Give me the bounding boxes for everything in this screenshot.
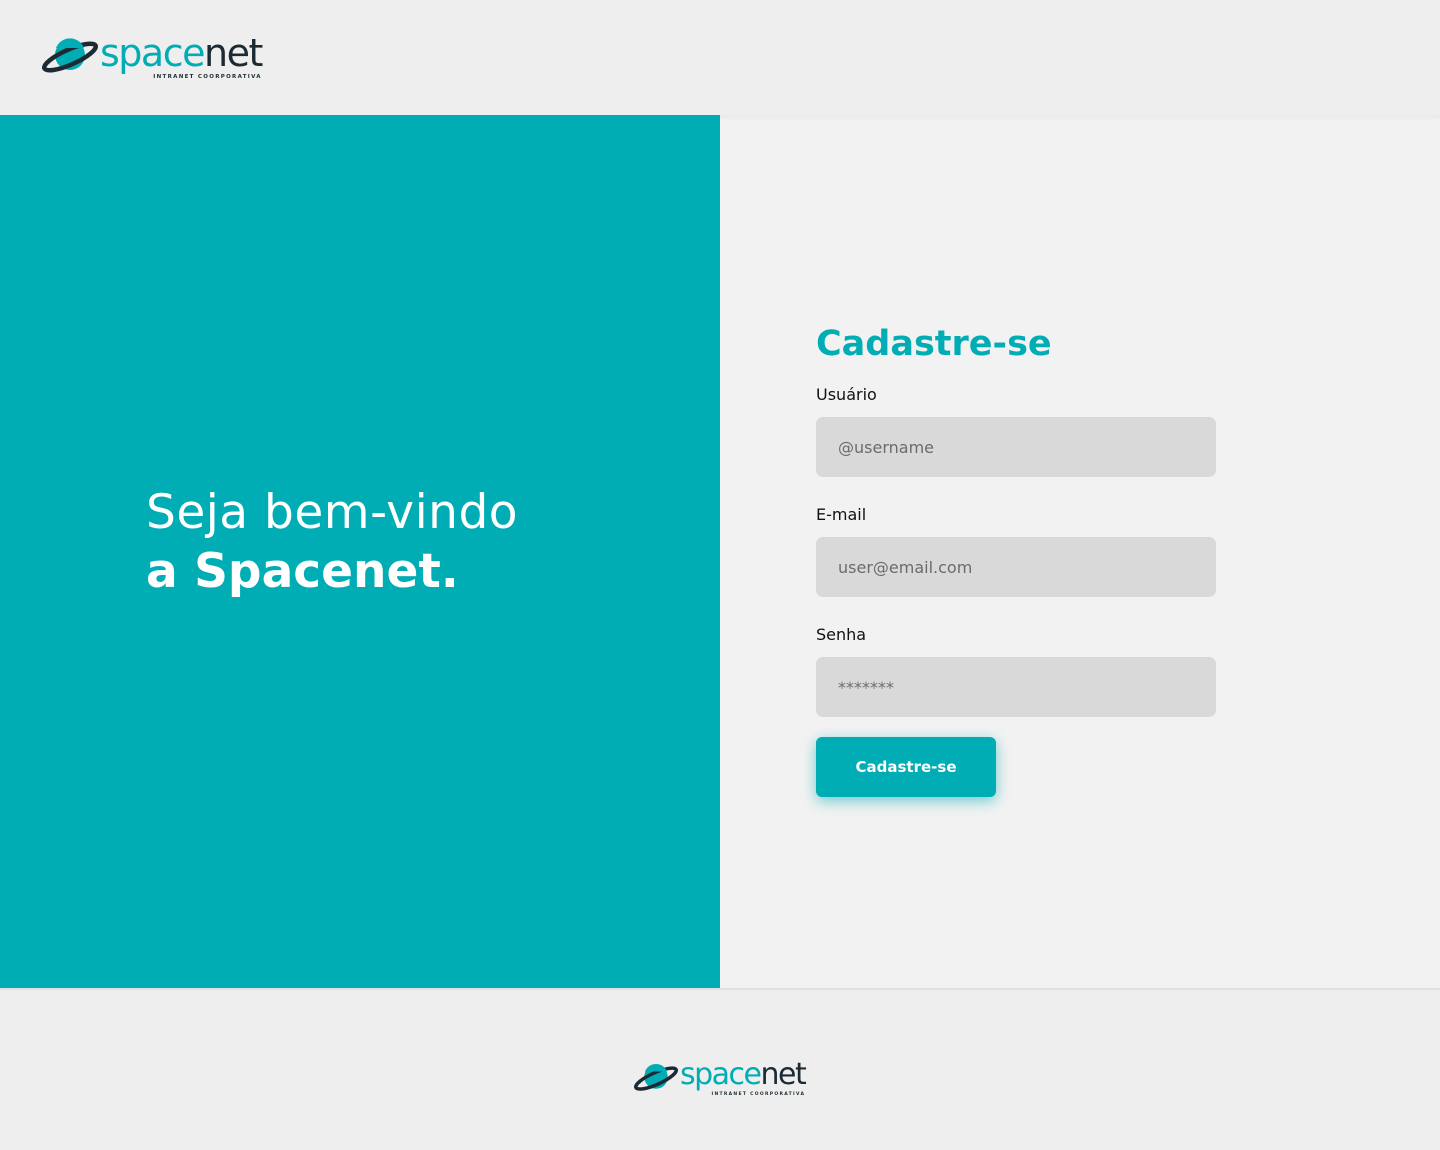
welcome-panel: Seja bem-vindo a Spacenet.	[0, 115, 720, 988]
logo-word-space: space	[100, 31, 205, 75]
footer: spacenet INTRANET COORPORATIVA	[0, 988, 1440, 1150]
logo-wordmark: spacenet	[680, 1057, 807, 1092]
header-logo[interactable]: spacenet INTRANET COORPORATIVA	[42, 31, 263, 80]
welcome-heading: Seja bem-vindo a Spacenet.	[146, 483, 518, 601]
email-input[interactable]	[816, 537, 1216, 597]
welcome-line-2: a Spacenet.	[146, 544, 459, 599]
signup-button[interactable]: Cadastre-se	[816, 737, 996, 797]
logo-word-net: net	[760, 1057, 807, 1092]
signup-form: Cadastre-se Usuário E-mail Senha Cadastr…	[816, 321, 1216, 797]
form-title: Cadastre-se	[816, 324, 1052, 364]
password-input[interactable]	[816, 657, 1216, 717]
logo-wordmark: spacenet	[100, 31, 263, 75]
planet-icon	[42, 38, 98, 73]
username-input[interactable]	[816, 417, 1216, 477]
logo-word-net: net	[203, 31, 263, 75]
header: spacenet INTRANET COORPORATIVA	[0, 0, 1440, 115]
welcome-line-1: Seja bem-vindo	[146, 485, 519, 540]
logo-tagline: INTRANET COORPORATIVA	[153, 74, 262, 80]
planet-icon	[634, 1063, 678, 1091]
logo-word-space: space	[680, 1057, 762, 1092]
password-label: Senha	[816, 625, 867, 644]
logo-tagline: INTRANET COORPORATIVA	[711, 1092, 806, 1097]
signup-panel: Cadastre-se Usuário E-mail Senha Cadastr…	[720, 115, 1440, 988]
username-label: Usuário	[816, 385, 877, 404]
footer-logo[interactable]: spacenet INTRANET COORPORATIVA	[634, 1057, 807, 1097]
email-label: E-mail	[816, 505, 867, 524]
